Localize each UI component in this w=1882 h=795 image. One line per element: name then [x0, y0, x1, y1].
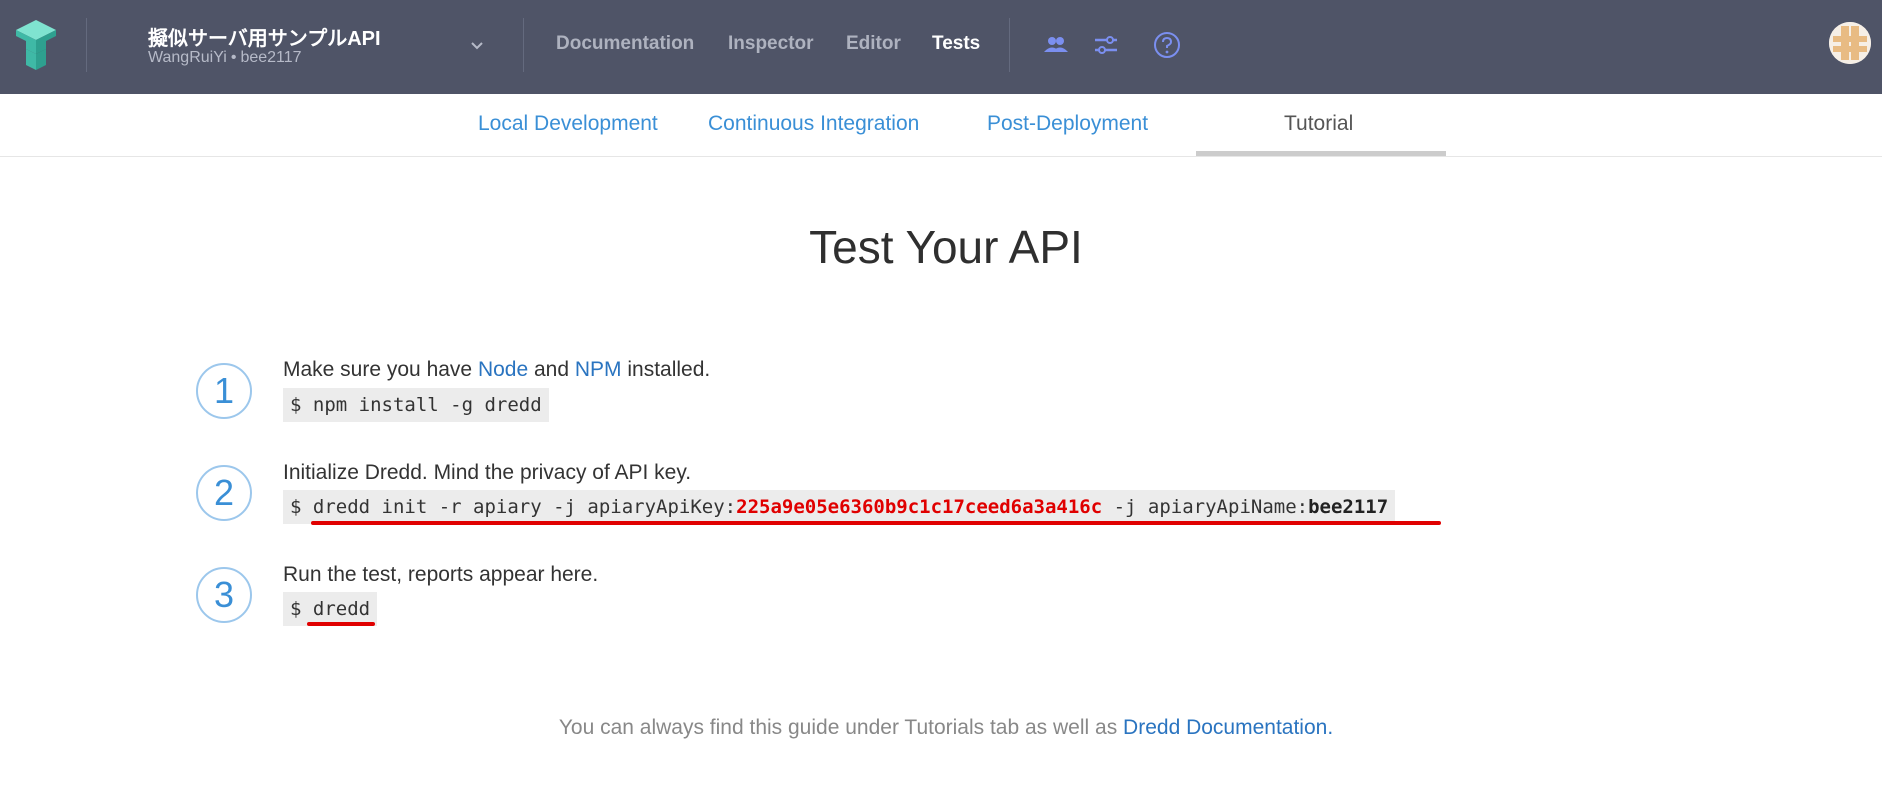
api-key: 225a9e05e6360b9c1c17ceed6a3a416c [736, 496, 1103, 518]
step-1-text: and [528, 358, 575, 381]
api-name: bee2117 [1308, 496, 1389, 518]
annotation-underline [311, 521, 1441, 525]
step-1-command[interactable]: $ npm install -g dredd [283, 388, 549, 422]
nav-inspector[interactable]: Inspector [728, 33, 814, 55]
tab-post-deployment[interactable]: Post-Deployment [987, 112, 1148, 136]
command-mid: -j apiaryApiName: [1102, 496, 1309, 518]
npm-link[interactable]: NPM [575, 358, 622, 381]
command-prefix: $ dredd init -r apiary -j apiaryApiKey: [290, 496, 737, 518]
footer-text: You can always find this guide under Tut… [558, 716, 1124, 739]
tab-local-development[interactable]: Local Development [478, 112, 658, 136]
step-3-command[interactable]: $ dredd [283, 592, 378, 626]
divider [86, 18, 87, 72]
nav-editor[interactable]: Editor [846, 33, 901, 55]
nav-documentation[interactable]: Documentation [556, 33, 694, 55]
divider [1009, 18, 1010, 72]
footer-note: You can always find this guide under Tut… [0, 716, 1882, 740]
step-number-1: 1 [196, 363, 252, 419]
nav-tests[interactable]: Tests [932, 33, 980, 55]
project-title[interactable]: 擬似サーバ用サンプルAPI [148, 22, 381, 51]
step-2-instruction: Initialize Dredd. Mind the privacy of AP… [283, 461, 692, 484]
step-1-text: Make sure you have [283, 358, 478, 381]
divider [523, 18, 524, 72]
step-number-3: 3 [196, 567, 252, 623]
dredd-documentation-link[interactable]: Dredd Documentation [1123, 716, 1327, 739]
owner-name: WangRuiYi [148, 49, 227, 66]
logo-icon[interactable] [12, 20, 60, 70]
step-1-instruction: Make sure you have Node and NPM installe… [283, 358, 710, 382]
help-icon[interactable] [1152, 30, 1182, 60]
footer-period: . [1327, 716, 1334, 739]
active-tab-indicator [1196, 151, 1446, 156]
tab-tutorial[interactable]: Tutorial [1284, 112, 1353, 136]
separator: • [230, 49, 237, 66]
step-1-text: installed. [621, 358, 711, 381]
step-2-command[interactable]: $ dredd init -r apiary -j apiaryApiKey:2… [283, 490, 1396, 524]
step-number-2: 2 [196, 465, 252, 521]
tests-tab-bar: Local Development Continuous Integration… [0, 94, 1882, 157]
step-3-instruction: Run the test, reports appear here. [283, 563, 599, 586]
team-icon[interactable] [1041, 30, 1071, 60]
tab-continuous-integration[interactable]: Continuous Integration [708, 112, 919, 136]
project-subtitle: WangRuiYi • bee2117 [148, 49, 302, 67]
avatar[interactable] [1829, 22, 1871, 64]
top-bar: 擬似サーバ用サンプルAPI WangRuiYi • bee2117 Document… [0, 0, 1882, 94]
annotation-underline [307, 622, 375, 626]
node-link[interactable]: Node [478, 358, 528, 381]
settings-sliders-icon[interactable] [1091, 30, 1121, 60]
project-id: bee2117 [240, 49, 302, 66]
chevron-down-icon[interactable] [468, 36, 486, 54]
page-title: Test Your API [809, 221, 1083, 273]
